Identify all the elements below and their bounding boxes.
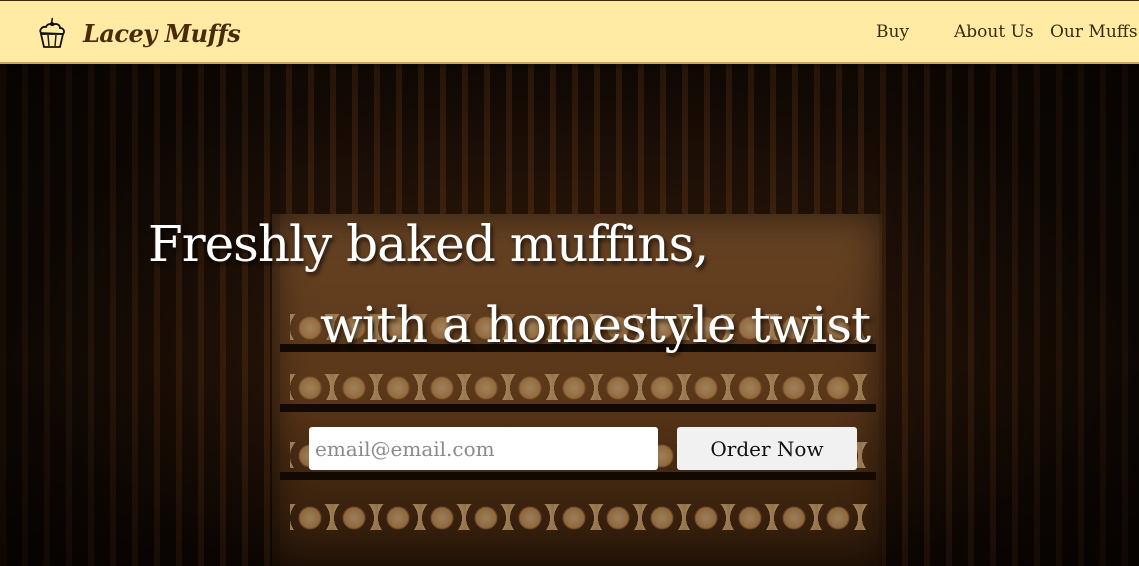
brand-name: Lacey Muffs bbox=[83, 18, 241, 48]
nav-link-buy[interactable]: Buy bbox=[876, 22, 909, 42]
email-input[interactable] bbox=[309, 427, 658, 470]
navbar: Lacey Muffs Buy About Us Our Muffs bbox=[0, 0, 1139, 64]
hero-section: Freshly baked muffins, with a homestyle … bbox=[0, 64, 1139, 566]
nav-link-about-us[interactable]: About Us bbox=[954, 22, 1034, 42]
brand[interactable]: Lacey Muffs bbox=[37, 16, 241, 50]
cupcake-icon bbox=[39, 17, 65, 48]
hero-headline-line-2: with a homestyle twist bbox=[320, 296, 871, 354]
nav-link-our-muffs[interactable]: Our Muffs bbox=[1050, 22, 1138, 42]
order-now-button[interactable]: Order Now bbox=[677, 427, 857, 470]
hero-headline-line-1: Freshly baked muffins, bbox=[148, 215, 709, 273]
